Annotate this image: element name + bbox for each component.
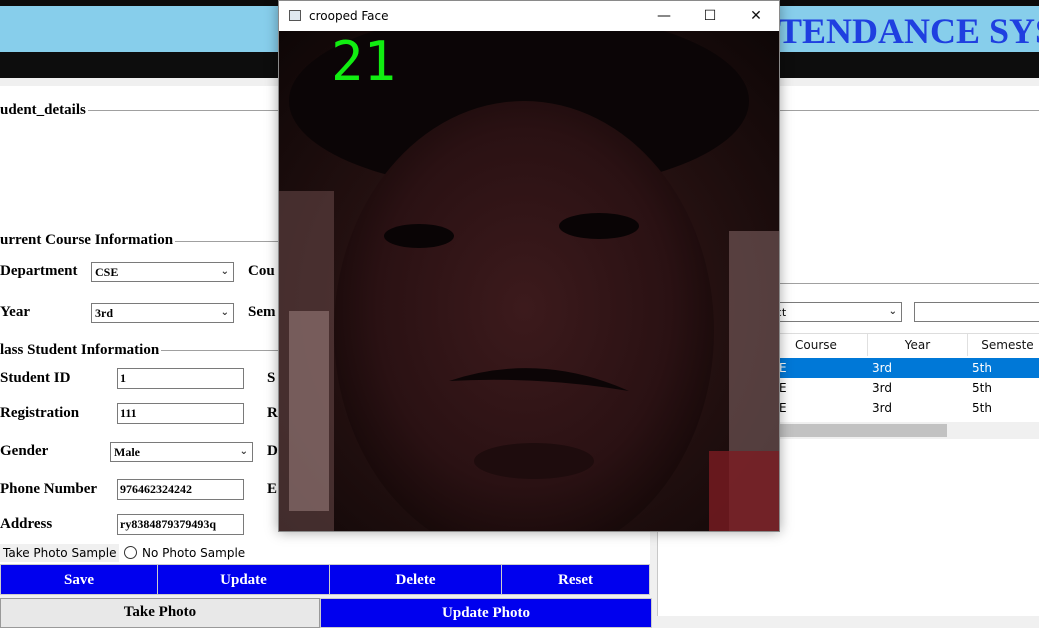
student-id-label: Student ID	[0, 370, 71, 386]
table-row[interactable]: E 3rd 5th	[765, 398, 1039, 418]
cell-semester: 5th	[972, 401, 992, 415]
app-title: TENDANCE SYS	[778, 11, 1039, 51]
table-header: Course Year Semeste	[765, 333, 1039, 359]
delete-button[interactable]: Delete	[329, 564, 502, 595]
chevron-down-icon: ⌄	[239, 446, 248, 457]
chevron-down-icon: ⌄	[220, 307, 229, 318]
update-photo-button[interactable]: Update Photo	[320, 598, 652, 628]
registration-label: Registration	[0, 405, 80, 421]
year-value: 3rd	[95, 306, 113, 320]
address-input[interactable]: ry8384879379493q	[117, 514, 244, 535]
face-image-canvas: 21	[279, 31, 779, 531]
gender-combobox[interactable]: Male ⌄	[110, 442, 253, 462]
course-label: Cou	[248, 263, 275, 279]
close-icon[interactable]: ✕	[733, 1, 779, 31]
take-photo-button[interactable]: Take Photo	[0, 598, 320, 628]
cropped-face-window: crooped Face — ☐ ✕ 21	[278, 0, 780, 532]
cell-course: E	[779, 381, 787, 395]
cell-semester: 5th	[972, 381, 992, 395]
roll-label: R	[267, 405, 278, 421]
gender-label: Gender	[0, 443, 49, 459]
cell-course: E	[779, 361, 787, 375]
scrollbar-thumb[interactable]	[777, 424, 947, 437]
cell-course: E	[779, 401, 787, 415]
minimize-icon[interactable]: —	[641, 1, 687, 31]
gender-value: Male	[114, 445, 140, 459]
year-combobox[interactable]: 3rd ⌄	[91, 303, 234, 323]
chevron-down-icon: ⌄	[888, 306, 897, 317]
department-combobox[interactable]: CSE ⌄	[91, 262, 234, 282]
window-titlebar[interactable]: crooped Face — ☐ ✕	[279, 1, 779, 31]
dob-label: D	[267, 443, 278, 459]
radio-circle-icon	[124, 546, 137, 559]
table-row[interactable]: E 3rd 5th	[765, 378, 1039, 398]
email-label: E	[267, 481, 278, 497]
col-header-year[interactable]: Year	[868, 334, 968, 356]
student-name-label: S	[267, 370, 276, 386]
face-photo	[279, 31, 779, 531]
col-header-semester[interactable]: Semeste	[968, 334, 1039, 356]
semester-label: Sem	[248, 304, 276, 320]
search-input[interactable]	[914, 302, 1039, 322]
registration-input[interactable]: 111	[117, 403, 244, 424]
horizontal-scrollbar[interactable]	[765, 422, 1039, 439]
take-photo-radio[interactable]: Take Photo Sample	[0, 544, 120, 562]
window-title: crooped Face	[309, 9, 389, 23]
reset-button[interactable]: Reset	[501, 564, 650, 595]
phone-label: Phone Number	[0, 481, 98, 497]
cell-year: 3rd	[872, 401, 892, 415]
year-label: Year	[0, 304, 30, 320]
table-row[interactable]: E 3rd 5th	[765, 358, 1039, 378]
address-label: Address	[0, 516, 53, 532]
phone-input[interactable]: 976462324242	[117, 479, 244, 500]
sample-counter: 21	[331, 31, 397, 93]
take-photo-radio-label: Take Photo Sample	[3, 546, 117, 560]
cell-semester: 5th	[972, 361, 992, 375]
window-app-icon	[289, 10, 301, 21]
save-button[interactable]: Save	[0, 564, 158, 595]
cell-year: 3rd	[872, 361, 892, 375]
department-label: Department	[0, 263, 78, 279]
update-button[interactable]: Update	[157, 564, 330, 595]
chevron-down-icon: ⌄	[220, 266, 229, 277]
search-frame-border	[780, 283, 1039, 285]
no-photo-radio-label: No Photo Sample	[142, 546, 246, 560]
course-frame-label: urrent Course Information	[0, 232, 176, 249]
class-frame-label: lass Student Information	[0, 342, 162, 359]
student-id-input[interactable]: 1	[117, 368, 244, 389]
student-details-frame-label: udent_details	[0, 102, 88, 119]
department-value: CSE	[95, 265, 119, 279]
col-header-course[interactable]: Course	[765, 334, 868, 356]
cell-year: 3rd	[872, 381, 892, 395]
right-frame-border	[780, 110, 1039, 112]
no-photo-radio[interactable]: No Photo Sample	[124, 546, 245, 560]
search-by-combobox[interactable]: ect ⌄	[765, 302, 902, 322]
maximize-icon[interactable]: ☐	[687, 1, 733, 31]
